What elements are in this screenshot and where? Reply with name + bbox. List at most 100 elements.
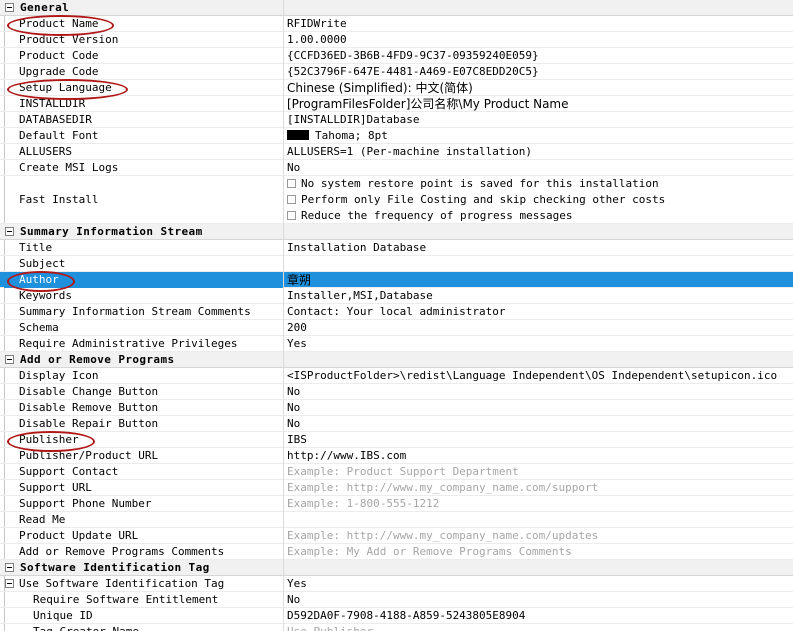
section-header-general[interactable]: General [0, 0, 793, 16]
property-value[interactable]: No [287, 416, 793, 432]
property-name: Subject [19, 257, 66, 270]
property-row[interactable]: Schema 200 [0, 320, 793, 336]
checkbox-icon[interactable] [287, 195, 296, 204]
property-value[interactable]: Example: My Add or Remove Programs Comme… [287, 544, 793, 560]
property-row[interactable]: Create MSI Logs No [0, 160, 793, 176]
property-row[interactable]: Product Version 1.00.0000 [0, 32, 793, 48]
property-name: Require Administrative Privileges [19, 337, 238, 350]
collapse-box-icon[interactable] [5, 563, 14, 572]
property-row[interactable]: Disable Remove Button No [0, 400, 793, 416]
property-row[interactable]: Subject [0, 256, 793, 272]
property-name: Tag Creator Name [33, 624, 139, 631]
property-value[interactable]: ALLUSERS=1 (Per-machine installation) [287, 144, 793, 160]
property-row[interactable]: Keywords Installer,MSI,Database [0, 288, 793, 304]
property-value[interactable]: IBS [287, 432, 793, 448]
property-value[interactable]: Example: Product Support Department [287, 464, 793, 480]
property-row[interactable]: Fast Install No system restore point is s… [0, 176, 793, 224]
collapse-box-icon[interactable] [5, 355, 14, 364]
property-row[interactable]: Support Phone Number Example: 1-800-555-1… [0, 496, 793, 512]
property-row[interactable]: Setup Language Chinese (Simplified): 中文(简… [0, 80, 793, 96]
property-name: INSTALLDIR [19, 97, 86, 110]
property-row[interactable]: Display Icon <ISProductFolder>\redist\Lan… [0, 368, 793, 384]
property-row[interactable]: Product Name RFIDWrite [0, 16, 793, 32]
property-row[interactable]: Upgrade Code {52C3796F-647E-4481-A469-E07… [0, 64, 793, 80]
property-row[interactable]: Summary Information Stream Comments Conta… [0, 304, 793, 320]
property-value[interactable]: Chinese (Simplified): 中文(简体) [287, 80, 793, 96]
property-value[interactable]: <ISProductFolder>\redist\Language Indepe… [287, 368, 793, 384]
property-row[interactable]: Disable Change Button No [0, 384, 793, 400]
property-value[interactable]: Installation Database [287, 240, 793, 256]
property-value[interactable]: [INSTALLDIR]Database [287, 112, 793, 128]
property-value[interactable]: Tahoma; 8pt [287, 128, 793, 144]
property-value[interactable]: Example: 1-800-555-1212 [287, 496, 793, 512]
property-row[interactable]: Product Update URL Example: http://www.my… [0, 528, 793, 544]
property-row[interactable]: Read Me [0, 512, 793, 528]
collapse-box-icon[interactable] [5, 579, 14, 588]
property-value[interactable]: Use Publisher [287, 624, 793, 631]
property-name: ALLUSERS [19, 145, 72, 158]
column-divider[interactable] [283, 0, 284, 631]
property-name: Product Update URL [19, 529, 139, 542]
property-value[interactable]: No [287, 384, 793, 400]
property-value[interactable]: 1.00.0000 [287, 32, 793, 48]
property-name: Upgrade Code [19, 65, 99, 78]
property-name: Publisher [19, 433, 79, 446]
checkbox-icon[interactable] [287, 211, 296, 220]
property-name: Setup Language [19, 81, 112, 94]
property-value[interactable]: {CCFD36ED-3B6B-4FD9-9C37-09359240E059} [287, 48, 793, 64]
property-row[interactable]: Require Software Entitlement No [0, 592, 793, 608]
property-value[interactable]: Yes [287, 576, 793, 592]
property-value[interactable]: Example: http://www.my_company_name.com/… [287, 480, 793, 496]
property-row[interactable]: Require Administrative Privileges Yes [0, 336, 793, 352]
property-row[interactable]: Publisher IBS [0, 432, 793, 448]
property-value[interactable]: RFIDWrite [287, 16, 793, 32]
fast-install-option[interactable]: Reduce the frequency of progress message… [287, 208, 573, 224]
property-row[interactable]: Unique ID D592DA0F-7908-4188-A859-5243805… [0, 608, 793, 624]
property-row[interactable]: Support URL Example: http://www.my_compan… [0, 480, 793, 496]
property-value[interactable]: No [287, 592, 793, 608]
property-row[interactable]: Product Code {CCFD36ED-3B6B-4FD9-9C37-093… [0, 48, 793, 64]
property-row[interactable]: Tag Creator Name Use Publisher [0, 624, 793, 631]
property-row[interactable]: ALLUSERS ALLUSERS=1 (Per-machine installa… [0, 144, 793, 160]
property-row[interactable]: Add or Remove Programs Comments Example: … [0, 544, 793, 560]
fast-install-option[interactable]: No system restore point is saved for thi… [287, 176, 659, 192]
property-row[interactable]: Disable Repair Button No [0, 416, 793, 432]
section-header-summary[interactable]: Summary Information Stream [0, 224, 793, 240]
property-name: Use Software Identification Tag [19, 577, 225, 590]
property-value[interactable]: Contact: Your local administrator [287, 304, 793, 320]
property-name: Title [19, 241, 53, 254]
property-value[interactable]: Example: http://www.my_company_name.com/… [287, 528, 793, 544]
property-row[interactable]: Publisher/Product URL http://www.IBS.com [0, 448, 793, 464]
property-name: Add or Remove Programs Comments [19, 545, 225, 558]
section-header-arp[interactable]: Add or Remove Programs [0, 352, 793, 368]
property-name: Disable Repair Button [19, 417, 159, 430]
collapse-box-icon[interactable] [5, 227, 14, 236]
property-rows: General Product Name RFIDWrite Product Vers… [0, 0, 793, 631]
property-row[interactable]: Default Font Tahoma; 8pt [0, 128, 793, 144]
color-swatch[interactable] [287, 130, 309, 140]
property-row[interactable]: INSTALLDIR [ProgramFilesFolder]公司名称\My Pr… [0, 96, 793, 112]
property-grid[interactable]: General Product Name RFIDWrite Product Vers… [0, 0, 793, 631]
property-value[interactable]: Yes [287, 336, 793, 352]
property-value[interactable]: No [287, 400, 793, 416]
property-row[interactable]: Title Installation Database [0, 240, 793, 256]
checkbox-icon[interactable] [287, 179, 296, 188]
collapse-box-icon[interactable] [5, 3, 14, 12]
property-value[interactable]: No [287, 160, 793, 176]
property-row[interactable]: Author 章朔 [0, 272, 793, 288]
property-row[interactable]: Use Software Identification Tag Yes [0, 576, 793, 592]
property-value[interactable]: {52C3796F-647E-4481-A469-E07C8EDD20C5} [287, 64, 793, 80]
property-row[interactable]: DATABASEDIR [INSTALLDIR]Database [0, 112, 793, 128]
property-row[interactable]: Support Contact Example: Product Support … [0, 464, 793, 480]
property-value[interactable]: http://www.IBS.com [287, 448, 793, 464]
property-name: Read Me [19, 513, 66, 526]
fast-install-option[interactable]: Perform only File Costing and skip check… [287, 192, 665, 208]
property-value[interactable]: D592DA0F-7908-4188-A859-5243805E8904 [287, 608, 793, 624]
property-name: Default Font [19, 129, 99, 142]
property-value[interactable]: 章朔 [287, 272, 793, 288]
property-value[interactable]: 200 [287, 320, 793, 336]
section-header-swidtag[interactable]: Software Identification Tag [0, 560, 793, 576]
property-value[interactable]: Installer,MSI,Database [287, 288, 793, 304]
property-value[interactable]: [ProgramFilesFolder]公司名称\My Product Name [287, 96, 793, 112]
property-name: Fast Install [19, 193, 99, 206]
